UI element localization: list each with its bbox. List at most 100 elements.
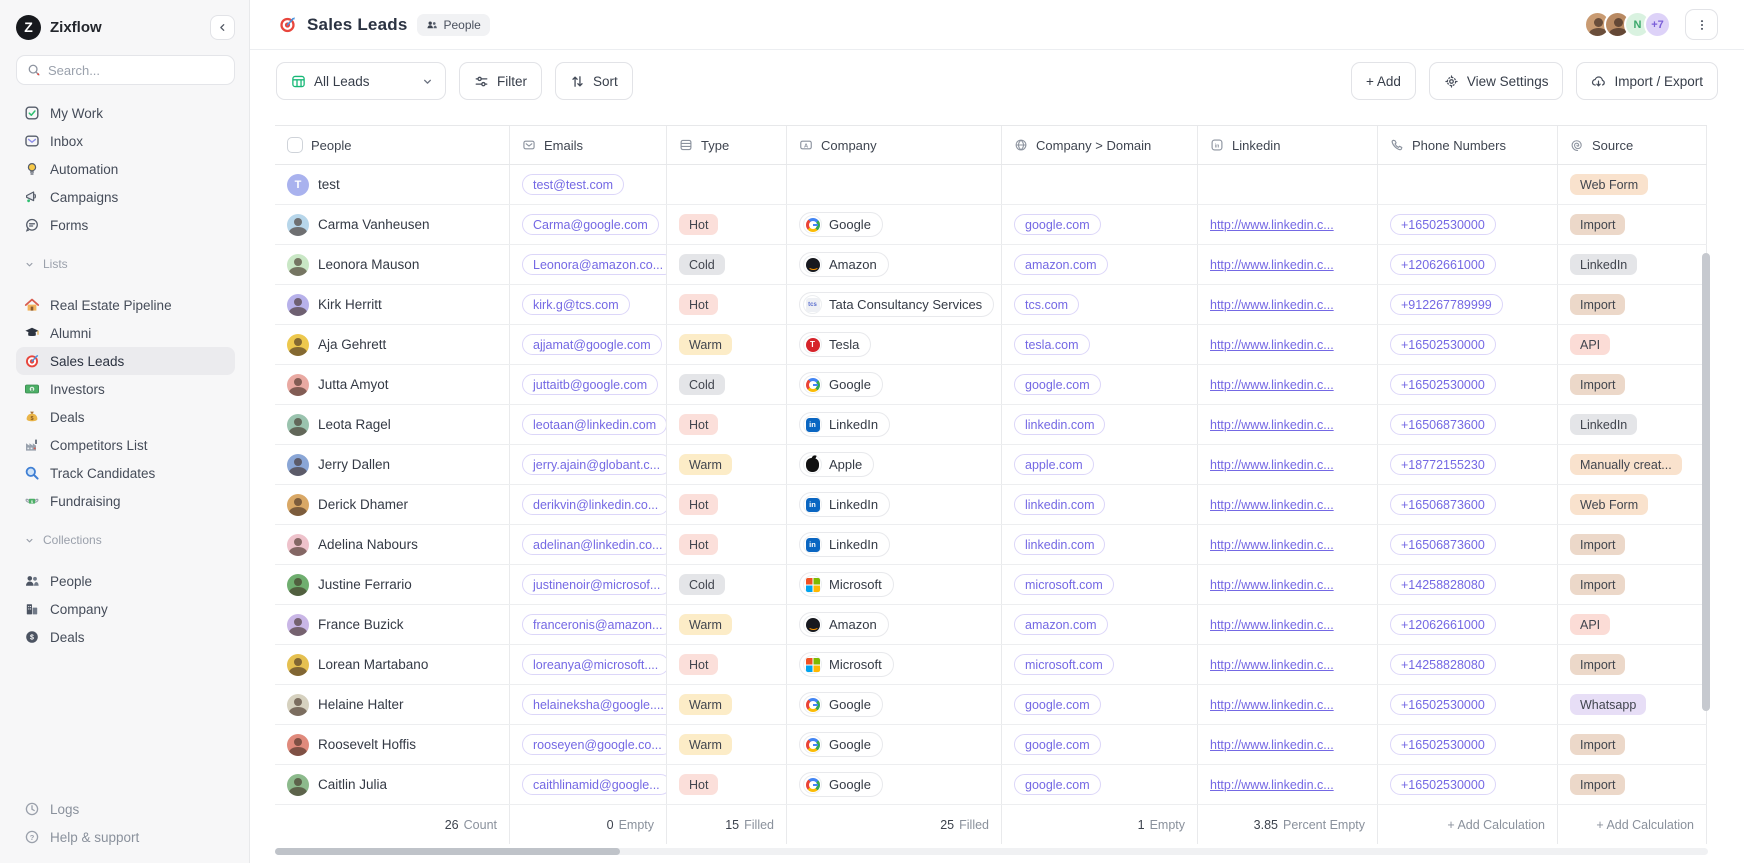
phone-pill[interactable]: +16506873600 [1390, 534, 1496, 555]
horizontal-scrollbar-thumb[interactable] [275, 848, 620, 855]
phone-pill[interactable]: +16502530000 [1390, 374, 1496, 395]
domain-pill[interactable]: amazon.com [1014, 614, 1108, 635]
avatar[interactable]: +7 [1644, 11, 1671, 38]
email-pill[interactable]: justinenoir@microsof... [522, 574, 666, 595]
sidebar-item-track-candidates[interactable]: Track Candidates [16, 459, 235, 487]
select-all-checkbox[interactable] [287, 137, 303, 153]
domain-pill[interactable]: linkedin.com [1014, 494, 1106, 515]
company-chip[interactable]: tcs Tata Consultancy Services [799, 292, 995, 317]
email-pill[interactable]: Leonora@amazon.co... [522, 254, 666, 275]
collections-section-label[interactable]: Collections [16, 527, 235, 553]
company-chip[interactable]: Google [799, 372, 883, 397]
sidebar-item-deals-collection[interactable]: $ Deals [16, 623, 235, 651]
domain-pill[interactable]: tcs.com [1014, 294, 1080, 315]
domain-pill[interactable]: google.com [1014, 214, 1101, 235]
table-row[interactable]: Leota Ragel leotaan@linkedin.com Hot in L… [275, 405, 1707, 445]
domain-pill[interactable]: google.com [1014, 694, 1101, 715]
add-calculation-button[interactable]: + Add Calculation [1558, 805, 1707, 844]
sidebar-item-people[interactable]: People [16, 567, 235, 595]
table-row[interactable]: Kirk Herritt kirk.g@tcs.com Hot tcs Tata … [275, 285, 1707, 325]
column-header-linkedin[interactable]: in Linkedin [1198, 126, 1378, 164]
sidebar-collapse-button[interactable] [210, 14, 235, 40]
email-pill[interactable]: ajjamat@google.com [522, 334, 662, 355]
import-export-button[interactable]: Import / Export [1576, 62, 1718, 100]
company-chip[interactable]: Amazon [799, 252, 889, 277]
phone-pill[interactable]: +16506873600 [1390, 414, 1496, 435]
sidebar-item-competitors-list[interactable]: Competitors List [16, 431, 235, 459]
company-chip[interactable]: Microsoft [799, 652, 894, 677]
domain-pill[interactable]: google.com [1014, 374, 1101, 395]
company-chip[interactable]: in LinkedIn [799, 412, 891, 437]
column-header-company-domain[interactable]: Company > Domain [1002, 126, 1198, 164]
table-row[interactable]: Adelina Nabours adelinan@linkedin.co... … [275, 525, 1707, 565]
column-header-company[interactable]: A Company [787, 126, 1002, 164]
column-header-phone-numbers[interactable]: Phone Numbers [1378, 126, 1558, 164]
search-input[interactable] [48, 62, 224, 78]
phone-pill[interactable]: +16502530000 [1390, 774, 1496, 795]
domain-pill[interactable]: microsoft.com [1014, 654, 1114, 675]
sidebar-item-sales-leads[interactable]: Sales Leads [16, 347, 235, 375]
linkedin-link[interactable]: http://www.linkedin.c... [1210, 658, 1334, 672]
collaborator-avatars[interactable]: N +7 [1584, 11, 1671, 38]
sidebar-item-fundraising[interactable]: $ Fundraising [16, 487, 235, 515]
sidebar-item-my-work[interactable]: My Work [16, 99, 235, 127]
table-row[interactable]: Derick Dhamer derikvin@linkedin.co... Ho… [275, 485, 1707, 525]
domain-pill[interactable]: google.com [1014, 734, 1101, 755]
linkedin-link[interactable]: http://www.linkedin.c... [1210, 338, 1334, 352]
sidebar-item-alumni[interactable]: Alumni [16, 319, 235, 347]
company-chip[interactable]: Google [799, 692, 883, 717]
table-row[interactable]: Justine Ferrario justinenoir@microsof...… [275, 565, 1707, 605]
domain-pill[interactable]: apple.com [1014, 454, 1094, 475]
email-pill[interactable]: adelinan@linkedin.co... [522, 534, 666, 555]
table-row[interactable]: Roosevelt Hoffis rooseyen@google.co... W… [275, 725, 1707, 765]
email-pill[interactable]: kirk.g@tcs.com [522, 294, 630, 315]
domain-pill[interactable]: microsoft.com [1014, 574, 1114, 595]
phone-pill[interactable]: +14258828080 [1390, 654, 1496, 675]
table-row[interactable]: Ttest test@test.com Web Form [275, 165, 1707, 205]
company-chip[interactable]: Google [799, 732, 883, 757]
email-pill[interactable]: juttaitb@google.com [522, 374, 659, 395]
company-chip[interactable]: Microsoft [799, 572, 894, 597]
phone-pill[interactable]: +18772155230 [1390, 454, 1496, 475]
sidebar-item-real-estate-pipeline[interactable]: Real Estate Pipeline [16, 291, 235, 319]
company-chip[interactable]: Google [799, 212, 883, 237]
column-header-source[interactable]: Source [1558, 126, 1707, 164]
column-header-type[interactable]: Type [667, 126, 787, 164]
domain-pill[interactable]: google.com [1014, 774, 1101, 795]
email-pill[interactable]: test@test.com [522, 174, 625, 195]
lists-section-label[interactable]: Lists [16, 251, 235, 277]
linkedin-link[interactable]: http://www.linkedin.c... [1210, 418, 1334, 432]
column-header-emails[interactable]: Emails [510, 126, 667, 164]
linkedin-link[interactable]: http://www.linkedin.c... [1210, 498, 1334, 512]
phone-pill[interactable]: +16502530000 [1390, 734, 1496, 755]
filter-button[interactable]: Filter [459, 62, 542, 100]
email-pill[interactable]: Carma@google.com [522, 214, 659, 235]
company-chip[interactable]: Google [799, 772, 883, 797]
vertical-scrollbar-thumb[interactable] [1702, 253, 1710, 711]
linkedin-link[interactable]: http://www.linkedin.c... [1210, 618, 1334, 632]
table-row[interactable]: Lorean Martabano loreanya@microsoft.... … [275, 645, 1707, 685]
sidebar-item-deals[interactable]: $ Deals [16, 403, 235, 431]
phone-pill[interactable]: +12062661000 [1390, 614, 1496, 635]
company-chip[interactable]: in LinkedIn [799, 532, 891, 557]
add-calculation-button[interactable]: + Add Calculation [1378, 805, 1558, 844]
view-settings-button[interactable]: View Settings [1428, 62, 1564, 100]
email-pill[interactable]: rooseyen@google.co... [522, 734, 666, 755]
email-pill[interactable]: derikvin@linkedin.co... [522, 494, 666, 515]
table-row[interactable]: Jutta Amyot juttaitb@google.com Cold Goo… [275, 365, 1707, 405]
table-row[interactable]: Aja Gehrett ajjamat@google.com Warm T Tes… [275, 325, 1707, 365]
linkedin-link[interactable]: http://www.linkedin.c... [1210, 538, 1334, 552]
email-pill[interactable]: leotaan@linkedin.com [522, 414, 666, 435]
view-selector-dropdown[interactable]: All Leads [276, 62, 446, 100]
sidebar-item-forms[interactable]: Forms [16, 211, 235, 239]
linkedin-link[interactable]: http://www.linkedin.c... [1210, 458, 1334, 472]
linkedin-link[interactable]: http://www.linkedin.c... [1210, 778, 1334, 792]
sidebar-search[interactable] [16, 55, 235, 85]
email-pill[interactable]: loreanya@microsoft.... [522, 654, 666, 675]
linkedin-link[interactable]: http://www.linkedin.c... [1210, 698, 1334, 712]
sidebar-item-help-support[interactable]: ? Help & support [16, 823, 235, 851]
phone-pill[interactable]: +12062661000 [1390, 254, 1496, 275]
email-pill[interactable]: franceronis@amazon... [522, 614, 666, 635]
add-button[interactable]: + Add [1350, 62, 1416, 100]
sidebar-item-investors[interactable]: $ Investors [16, 375, 235, 403]
